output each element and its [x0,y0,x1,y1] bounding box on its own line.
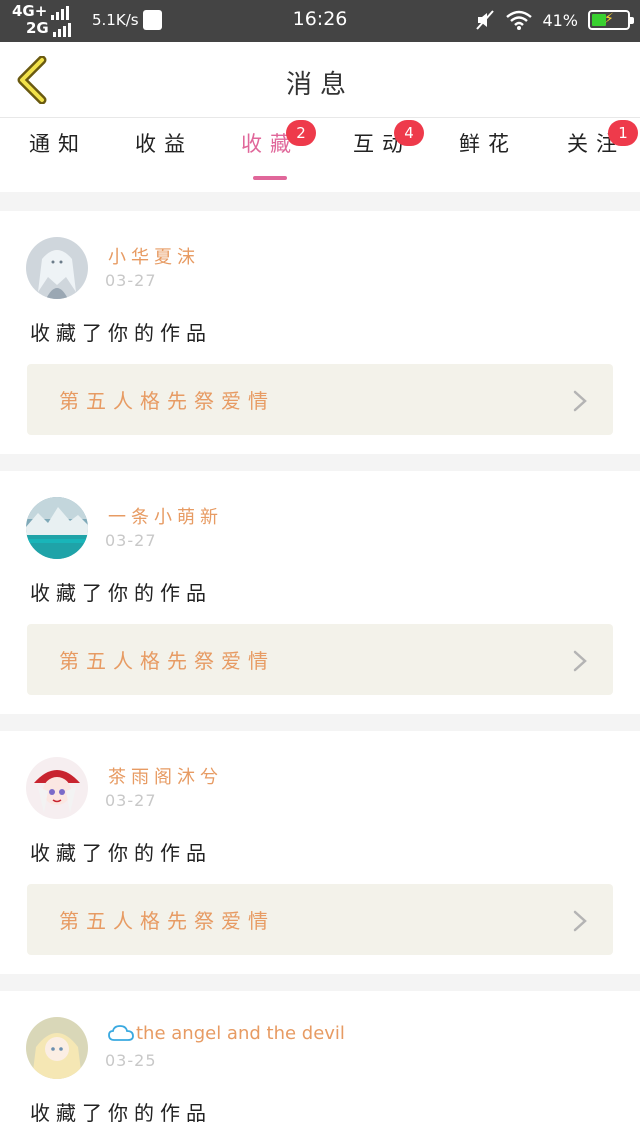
work-title: 第五人格先祭爱情 [59,389,275,413]
avatar[interactable] [26,237,88,299]
message-card: 茶雨阁沐兮 03-27 收藏了你的作品 第五人格先祭爱情 [0,731,640,974]
message-date: 03-27 [105,531,157,550]
message-date: 03-25 [105,1051,157,1070]
avatar[interactable] [26,757,88,819]
battery-icon: ⚡ [588,10,634,30]
message-card: 一条小萌新 03-27 收藏了你的作品 第五人格先祭爱情 [0,471,640,714]
chevron-right-icon [573,650,587,672]
divider [0,454,640,471]
tab-earnings[interactable]: 收益 [134,128,194,174]
page-title: 消息 [285,70,354,100]
divider [0,192,640,211]
work-title: 第五人格先祭爱情 [59,909,275,933]
unread-badge: 4 [394,120,424,146]
work-title: 第五人格先祭爱情 [59,649,275,673]
unread-badge: 1 [608,120,638,146]
tab-favorites[interactable]: 收藏 2 [240,120,316,180]
wifi-icon [506,10,533,30]
tab-label: 通知 [29,132,87,156]
username[interactable]: 一条小萌新 [108,503,223,529]
mute-icon [476,10,495,30]
message-card: 小华夏沫 03-27 收藏了你的作品 第五人格先祭爱情 [0,211,640,454]
message-action: 收藏了你的作品 [30,841,212,865]
divider [0,714,640,731]
tab-notifications[interactable]: 通知 [28,128,88,174]
iceberg-landscape-avatar [26,497,88,559]
divider [0,974,640,991]
anime-girl-blonde-avatar [26,1017,88,1079]
username[interactable]: 小华夏沫 [108,243,200,269]
tab-label: 收益 [135,132,193,156]
tab-label: 鲜花 [459,132,517,156]
chevron-right-icon [573,390,587,412]
battery-percent: 41% [542,10,578,30]
work-link[interactable]: 第五人格先祭爱情 [27,364,613,435]
unread-badge: 2 [286,120,316,146]
username-text: the angel and the devil [136,1023,345,1044]
tab-follows[interactable]: 关注 1 [566,120,638,174]
message-card: the angel and the devil 03-25 收藏了你的作品 [0,991,640,1138]
active-tab-indicator [253,176,287,180]
work-link[interactable]: 第五人格先祭爱情 [27,624,613,695]
message-date: 03-27 [105,791,157,810]
work-link[interactable]: 第五人格先祭爱情 [27,884,613,955]
message-action: 收藏了你的作品 [30,1101,212,1125]
username[interactable]: 茶雨阁沐兮 [108,763,223,789]
tab-interactions[interactable]: 互动 4 [352,120,424,174]
anime-girl-white-hair-avatar [26,237,88,299]
message-action: 收藏了你的作品 [30,581,212,605]
message-action: 收藏了你的作品 [30,321,212,345]
tab-flowers[interactable]: 鲜花 [458,128,518,174]
cloud-icon [108,1025,134,1041]
status-bar: 4G+ 2G 5.1K/s 16:26 41% ⚡ [0,0,640,42]
header: 消息 [0,42,640,118]
avatar[interactable] [26,1017,88,1079]
message-date: 03-27 [105,271,157,290]
chevron-right-icon [573,910,587,932]
avatar[interactable] [26,497,88,559]
username[interactable]: the angel and the devil [108,1023,345,1044]
tab-bar: 通知 收益 收藏 2 互动 4 鲜花 关注 1 [0,118,640,180]
anime-girl-red-hat-avatar [26,757,88,819]
